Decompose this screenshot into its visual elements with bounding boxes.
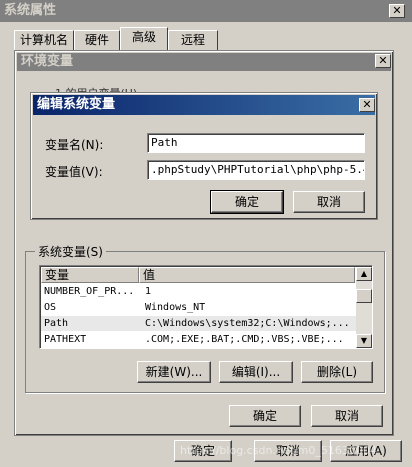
edit-system-variable-title: 编辑系统变量 (37, 97, 116, 112)
edit-variable-button[interactable]: 编辑(I)... (219, 361, 293, 383)
row-name: OS (44, 302, 57, 313)
scroll-thumb[interactable] (356, 289, 372, 303)
env-cancel-button[interactable]: 取消 (311, 405, 383, 427)
tab-remote[interactable]: 远程 (168, 30, 218, 50)
environment-variables-title: 环境变量 (21, 54, 74, 69)
tab-computer-name[interactable]: 计算机名 (14, 30, 74, 50)
table-row[interactable]: Path C:\Windows\system32;C:\Windows;... (41, 316, 356, 331)
system-variables-list[interactable]: 变量 值 NUMBER_OF_PR... 1 OS Windows_NT Pat… (39, 265, 373, 349)
system-variables-label: 系统变量(S) (35, 243, 106, 260)
close-icon[interactable]: ✕ (359, 98, 375, 112)
row-name: Path (44, 318, 69, 329)
row-value: 1 (145, 286, 152, 297)
environment-variables-titlebar: 环境变量 (17, 53, 391, 71)
variable-value-label: 变量值(V): (45, 165, 103, 179)
row-value: Windows_NT (145, 302, 206, 313)
variable-name-input[interactable]: Path (147, 133, 365, 153)
close-icon[interactable]: ✕ (375, 54, 391, 68)
row-value: C:\Windows\system32;C:\Windows;... (145, 318, 350, 329)
table-row[interactable]: OS Windows_NT (44, 300, 356, 315)
row-name: NUMBER_OF_PR... (44, 286, 135, 297)
edit-ok-button[interactable]: 确定 (210, 190, 284, 214)
column-header-variable[interactable]: 变量 (41, 267, 139, 283)
tab-advanced[interactable]: 高级 (120, 27, 168, 50)
edit-cancel-button[interactable]: 取消 (293, 191, 365, 213)
row-value: .COM;.EXE;.BAT;.CMD;.VBS;.VBE;... (145, 334, 344, 345)
env-ok-button[interactable]: 确定 (229, 405, 301, 427)
close-icon[interactable]: ✕ (389, 4, 405, 18)
variable-value-input[interactable]: .phpStudy\PHPTutorial\php\php-5.4.45 (147, 160, 365, 180)
tab-hardware[interactable]: 硬件 (74, 30, 120, 50)
row-name: PATHEXT (44, 334, 87, 345)
watermark: https://blog.csdn.net/m0_51630004 (180, 444, 377, 457)
table-row[interactable]: NUMBER_OF_PR... 1 (44, 284, 356, 299)
system-properties-title: 系统属性 (4, 3, 57, 18)
scrollbar[interactable]: ▲ ▼ (356, 267, 372, 348)
delete-variable-button[interactable]: 删除(L) (301, 361, 373, 383)
table-row[interactable]: PATHEXT .COM;.EXE;.BAT;.CMD;.VBS;.VBE;..… (44, 332, 356, 347)
new-variable-button[interactable]: 新建(W)... (137, 361, 211, 383)
scroll-down-icon[interactable]: ▼ (356, 334, 372, 348)
system-properties-titlebar: 系统属性 (0, 0, 412, 22)
edit-system-variable-dialog: 编辑系统变量 ✕ 变量名(N): Path 变量值(V): .phpStudy\… (30, 92, 378, 220)
scroll-up-icon[interactable]: ▲ (356, 267, 372, 281)
edit-system-variable-titlebar: 编辑系统变量 (33, 95, 375, 115)
variable-name-label: 变量名(N): (45, 138, 104, 152)
column-header-value[interactable]: 值 (139, 267, 355, 283)
